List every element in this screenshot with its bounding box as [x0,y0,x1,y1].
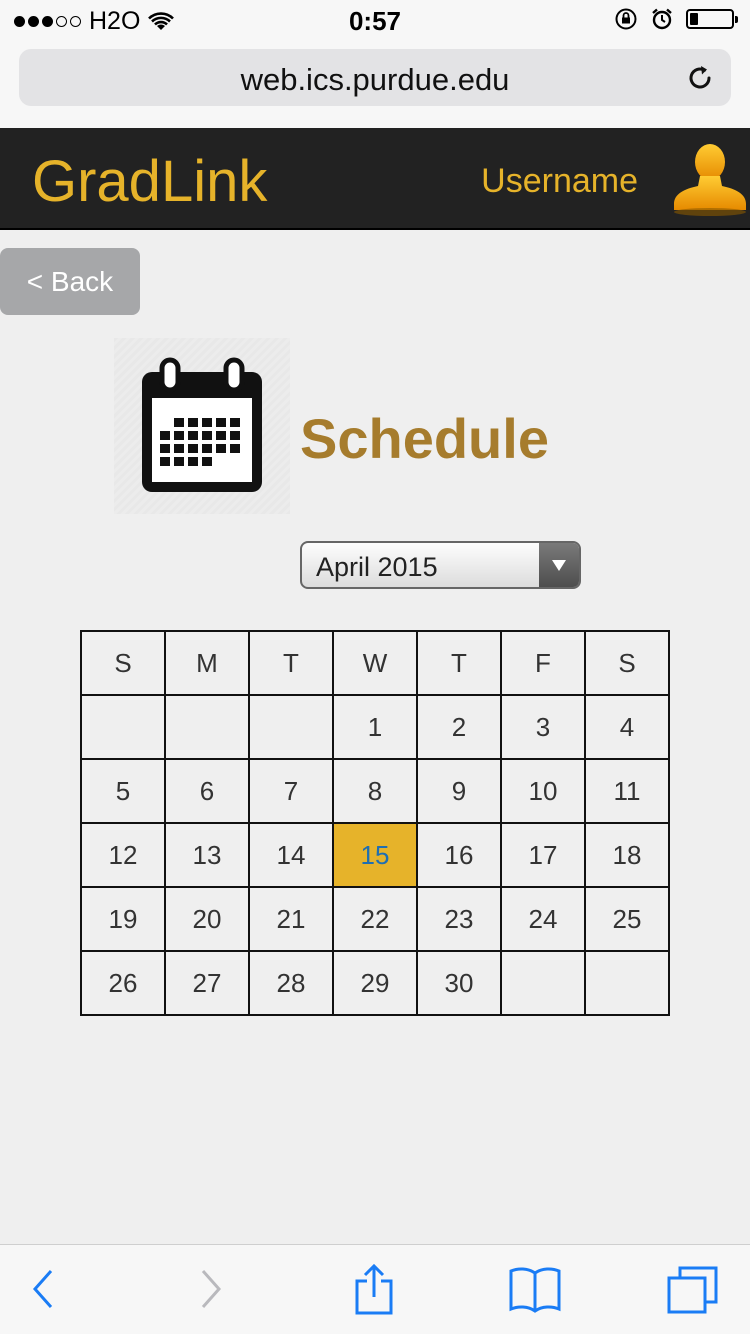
status-bar: H2O 0:57 [0,0,750,40]
calendar-day[interactable]: 30 [416,950,502,1016]
month-select-value: April 2015 [316,552,438,582]
weekday-header: S [584,630,670,696]
calendar-day[interactable]: 8 [332,758,418,824]
calendar-day [80,694,166,760]
calendar-day[interactable]: 7 [248,758,334,824]
brand-logo[interactable]: GradLink [32,148,267,215]
browser-address-area: web.ics.purdue.edu [0,40,750,128]
calendar-day[interactable]: 6 [164,758,250,824]
calendar-day[interactable]: 9 [416,758,502,824]
calendar-day[interactable]: 23 [416,886,502,952]
weekday-header: M [164,630,250,696]
weekday-header: F [500,630,586,696]
user-avatar-icon[interactable] [670,138,748,218]
calendar-day[interactable]: 5 [80,758,166,824]
calendar-day[interactable]: 10 [500,758,586,824]
battery-level [690,13,698,25]
username-link[interactable]: Username [481,162,638,201]
alarm-icon [652,8,672,30]
schedule-icon-tile [114,338,290,514]
back-icon[interactable] [30,1267,56,1311]
calendar-day[interactable]: 19 [80,886,166,952]
tabs-icon[interactable] [666,1265,720,1315]
address-bar[interactable]: web.ics.purdue.edu [19,49,731,106]
calendar-day[interactable]: 13 [164,822,250,888]
page: H2O 0:57 web.ics.purdue.edu GradLink Use… [0,0,750,1334]
calendar-week-row: 19 20 21 22 23 24 25 [80,886,670,952]
calendar-week-row: 12 13 14 15 16 17 18 [80,822,670,888]
calendar-day[interactable]: 3 [500,694,586,760]
calendar-day[interactable]: 28 [248,950,334,1016]
back-button[interactable]: < Back [0,248,140,315]
calendar-day[interactable]: 18 [584,822,670,888]
calendar-day[interactable]: 21 [248,886,334,952]
calendar-day[interactable]: 2 [416,694,502,760]
status-right [614,7,738,31]
chevron-down-icon[interactable] [539,543,579,587]
weekday-header-row: S M T W T F S [80,630,670,696]
calendar-day[interactable]: 22 [332,886,418,952]
bookmarks-icon[interactable] [508,1265,562,1313]
calendar-day[interactable]: 25 [584,886,670,952]
weekday-header: T [248,630,334,696]
battery-icon [686,9,738,29]
page-title: Schedule [300,407,549,470]
calendar-week-row: 1 2 3 4 [80,694,670,760]
calendar-week-row: 26 27 28 29 30 [80,950,670,1016]
rotation-lock-icon [615,8,637,30]
calendar-day[interactable]: 27 [164,950,250,1016]
calendar-day [500,950,586,1016]
url-text: web.ics.purdue.edu [240,62,510,97]
calendar-day [584,950,670,1016]
calendar-day[interactable]: 11 [584,758,670,824]
calendar-day[interactable]: 20 [164,886,250,952]
calendar-day [248,694,334,760]
weekday-header: S [80,630,166,696]
calendar-day-selected[interactable]: 15 [332,822,418,888]
browser-toolbar [0,1244,750,1334]
calendar-day[interactable]: 16 [416,822,502,888]
forward-icon[interactable] [198,1267,224,1311]
calendar-icon [142,357,262,492]
calendar-day[interactable]: 4 [584,694,670,760]
calendar-day[interactable]: 1 [332,694,418,760]
calendar-day[interactable]: 12 [80,822,166,888]
calendar-day[interactable]: 24 [500,886,586,952]
calendar-day[interactable]: 17 [500,822,586,888]
calendar-day[interactable]: 26 [80,950,166,1016]
calendar-day[interactable]: 14 [248,822,334,888]
weekday-header: W [332,630,418,696]
app-header: GradLink Username [0,128,750,230]
reload-icon[interactable] [685,63,715,93]
weekday-header: T [416,630,502,696]
calendar-week-row: 5 6 7 8 9 10 11 [80,758,670,824]
month-select[interactable]: April 2015 [300,541,581,589]
share-icon[interactable] [354,1263,394,1315]
calendar-day[interactable]: 29 [332,950,418,1016]
calendar-day [164,694,250,760]
calendar-grid: S M T W T F S 1 2 3 4 5 6 7 8 9 10 11 12… [80,630,670,1016]
